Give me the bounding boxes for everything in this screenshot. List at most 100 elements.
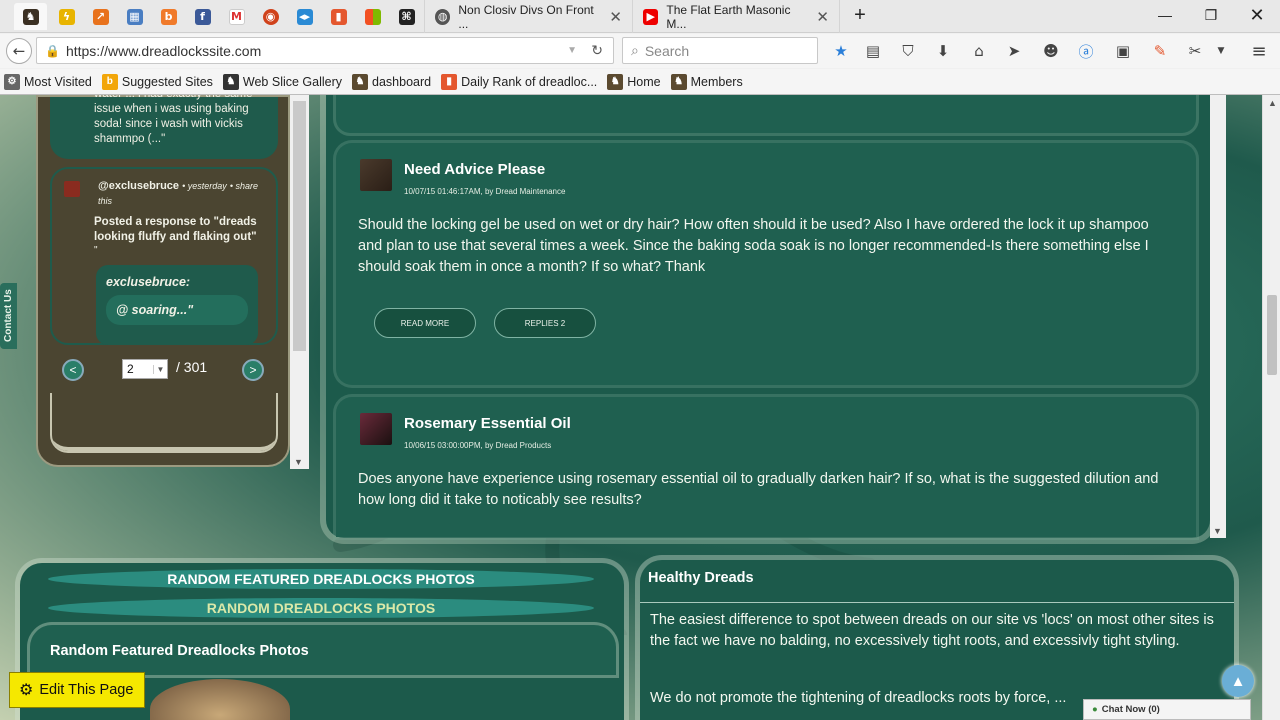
restore-button[interactable]: ❐ xyxy=(1188,0,1234,30)
tab-title: The Flat Earth Masonic M... xyxy=(666,2,791,31)
pinned-tab-dreadlocks[interactable]: ♞ xyxy=(14,3,47,30)
contact-us-tab[interactable]: Contact Us xyxy=(0,283,17,349)
activity-time: yesterday xyxy=(187,181,227,191)
featured-photos-tab[interactable]: RANDOM FEATURED DREADLOCKS PHOTOS xyxy=(48,569,594,589)
replies-button[interactable]: REPLIES 2 xyxy=(494,308,596,338)
bookmark-label: Home xyxy=(627,74,661,89)
page-scroll-thumb[interactable] xyxy=(1267,295,1277,375)
minimize-button[interactable]: — xyxy=(1142,0,1188,30)
new-tab-button[interactable]: + xyxy=(840,0,880,30)
bookmark-web-slice[interactable]: ♞ Web Slice Gallery xyxy=(222,73,342,90)
site-icon: ♞ xyxy=(352,73,369,90)
feed-scrollbar[interactable]: ▼ xyxy=(1210,95,1226,538)
tab-bar: ♞ ϟ ↗ ▦ b f M ◉ ◂▸ ▮ ⌘ ◍ Non Closiv Divs… xyxy=(0,0,1280,33)
edit-page-button[interactable]: ⚙ Edit This Page xyxy=(9,672,145,708)
extension-book-icon[interactable]: ▣ xyxy=(1112,40,1134,62)
page-scrollbar[interactable]: ▲ xyxy=(1262,95,1280,720)
blogger-icon: b xyxy=(160,8,177,25)
bookmark-suggested-sites[interactable]: b Suggested Sites xyxy=(101,73,213,90)
rank-icon: ▮ xyxy=(441,73,458,90)
bookmark-members[interactable]: ♞ Members xyxy=(670,73,743,90)
random-photos-tab[interactable]: RANDOM DREADLOCKS PHOTOS xyxy=(48,598,594,618)
sidebar-scrollbar[interactable]: ▼ xyxy=(290,95,309,469)
quote-open: " xyxy=(94,245,98,256)
reload-icon[interactable]: ↻ xyxy=(591,42,603,59)
pager-prev-button[interactable]: < xyxy=(62,359,84,381)
pinned-tab-3[interactable]: ↗ xyxy=(84,3,117,30)
up-arrow-icon: ▲ xyxy=(1230,672,1246,690)
pocket-icon[interactable]: ⛉ xyxy=(897,40,919,62)
pinned-tab-facebook[interactable]: f xyxy=(186,3,219,30)
pager-next-button[interactable]: > xyxy=(242,359,264,381)
post-title[interactable]: Rosemary Essential Oil xyxy=(404,415,571,432)
reading-list-icon[interactable]: ▤ xyxy=(862,40,884,62)
pinned-tab-9[interactable]: ◂▸ xyxy=(288,3,321,30)
bookmark-daily-rank[interactable]: ▮ Daily Rank of dreadloc... xyxy=(441,73,597,90)
lock-icon: 🔒 xyxy=(45,43,60,58)
extension-pencil-icon[interactable]: ✎ xyxy=(1149,40,1171,62)
page-select-value: 2 xyxy=(127,362,134,376)
scroll-up-icon[interactable]: ▲ xyxy=(1268,98,1277,108)
hello-icon[interactable]: ☻ xyxy=(1040,40,1062,62)
post-avatar[interactable] xyxy=(360,413,392,445)
bolt-icon: ϟ xyxy=(58,8,75,25)
dreadlocks-site-icon: ♞ xyxy=(22,8,39,25)
extension-tool-icon[interactable]: ✂ xyxy=(1184,40,1206,62)
featured-photo[interactable] xyxy=(150,679,290,720)
send-icon[interactable]: ➤ xyxy=(1003,40,1025,62)
post-category-link[interactable]: Dread Products xyxy=(496,441,552,450)
healthy-dreads-panel: Healthy Dreads The easiest difference to… xyxy=(640,560,1234,720)
scroll-down-icon[interactable]: ▼ xyxy=(1213,526,1222,536)
menu-icon[interactable]: ≡ xyxy=(1248,40,1270,62)
sidebar-scroll-thumb[interactable] xyxy=(293,101,306,351)
download-icon[interactable]: ⬇ xyxy=(932,40,954,62)
scroll-to-top-button[interactable]: ▲ xyxy=(1222,665,1254,697)
scroll-down-icon[interactable]: ▼ xyxy=(294,457,303,467)
home-icon[interactable]: ⌂ xyxy=(968,40,990,62)
forum-post: Rosemary Essential Oil 10/06/15 03:00:00… xyxy=(336,397,1196,537)
extension-a-icon[interactable]: ⓐ xyxy=(1075,40,1097,62)
pinned-tab-8[interactable]: ◉ xyxy=(254,3,287,30)
tab-non-closiv[interactable]: ◍ Non Closiv Divs On Front ... ✕ xyxy=(424,0,632,33)
pinned-tab-10[interactable]: ▮ xyxy=(322,3,355,30)
close-window-button[interactable]: ✕ xyxy=(1234,0,1280,30)
microsoft-icon xyxy=(364,8,381,25)
bookmark-dashboard[interactable]: ♞ dashboard xyxy=(352,73,431,90)
search-box[interactable]: ⌕ Search xyxy=(622,37,818,64)
bookmark-label: Suggested Sites xyxy=(121,74,213,89)
dropdown-icon[interactable]: ▼ xyxy=(567,45,577,56)
bookmark-label: Members xyxy=(690,74,743,89)
calendar-icon: ▦ xyxy=(126,8,143,25)
back-button[interactable]: ← xyxy=(6,38,32,64)
chat-now-button[interactable]: ● Chat Now (0) xyxy=(1083,699,1251,720)
activity-user[interactable]: @exclusebruce xyxy=(98,180,179,192)
gear-icon: ⚙ xyxy=(19,682,34,699)
read-more-button[interactable]: READ MORE xyxy=(374,308,476,338)
bookmark-home[interactable]: ♞ Home xyxy=(607,73,661,90)
url-bar[interactable]: 🔒 https://www.dreadlockssite.com ▼ ↻ xyxy=(36,37,614,64)
pinned-tab-5[interactable]: b xyxy=(152,3,185,30)
pinned-tab-2[interactable]: ϟ xyxy=(50,3,83,30)
tab-flat-earth[interactable]: ▶ The Flat Earth Masonic M... ✕ xyxy=(632,0,840,33)
overflow-arrow-icon[interactable]: ▼ xyxy=(1210,40,1232,62)
post-title[interactable]: Need Advice Please xyxy=(404,161,545,178)
photos-heading: Random Featured Dreadlocks Photos xyxy=(30,625,616,675)
pinned-tab-12[interactable]: ⌘ xyxy=(390,3,423,30)
browser-chrome: ♞ ϟ ↗ ▦ b f M ◉ ◂▸ ▮ ⌘ ◍ Non Closiv Divs… xyxy=(0,0,1280,95)
close-tab-icon[interactable]: ✕ xyxy=(609,8,622,26)
user-avatar[interactable] xyxy=(64,181,80,197)
close-tab-icon[interactable]: ✕ xyxy=(816,8,829,26)
post-avatar[interactable] xyxy=(360,159,392,191)
code-icon: ⌘ xyxy=(398,8,415,25)
activity-action: Posted a response to "dreads looking flu… xyxy=(94,216,257,243)
pinned-tab-4[interactable]: ▦ xyxy=(118,3,151,30)
bookmark-star-icon[interactable]: ★ xyxy=(830,40,852,62)
pinned-tab-microsoft[interactable] xyxy=(356,3,389,30)
page-select[interactable]: 2 ▼ xyxy=(122,359,168,379)
youtube-icon: ▶ xyxy=(643,8,659,25)
page-content: Contact Us water ... i had exactly the s… xyxy=(0,95,1262,720)
bookmark-most-visited[interactable]: ⚙ Most Visited xyxy=(4,73,92,90)
pinned-tab-gmail[interactable]: M xyxy=(220,3,253,30)
url-text: https://www.dreadlockssite.com xyxy=(65,42,262,59)
post-category-link[interactable]: Dread Maintenance xyxy=(496,187,566,196)
